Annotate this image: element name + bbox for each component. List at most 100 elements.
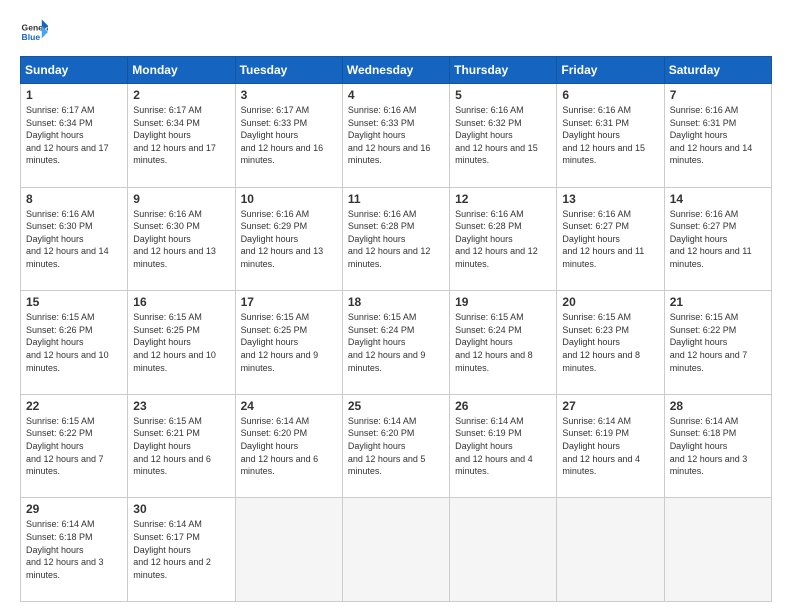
- day-number: 8: [26, 192, 122, 206]
- calendar-table: SundayMondayTuesdayWednesdayThursdayFrid…: [20, 56, 772, 602]
- day-number: 14: [670, 192, 766, 206]
- day-number: 9: [133, 192, 229, 206]
- day-info: Sunrise: 6:15 AMSunset: 6:24 PMDaylight …: [348, 311, 444, 374]
- calendar-cell: [557, 498, 664, 602]
- day-info: Sunrise: 6:16 AMSunset: 6:29 PMDaylight …: [241, 208, 337, 271]
- calendar-cell: 18 Sunrise: 6:15 AMSunset: 6:24 PMDayligh…: [342, 291, 449, 395]
- calendar-cell: 27 Sunrise: 6:14 AMSunset: 6:19 PMDayligh…: [557, 394, 664, 498]
- day-number: 10: [241, 192, 337, 206]
- calendar-week-row: 8 Sunrise: 6:16 AMSunset: 6:30 PMDaylight…: [21, 187, 772, 291]
- day-info: Sunrise: 6:15 AMSunset: 6:26 PMDaylight …: [26, 311, 122, 374]
- day-number: 30: [133, 502, 229, 516]
- calendar-cell: [664, 498, 771, 602]
- day-number: 19: [455, 295, 551, 309]
- day-info: Sunrise: 6:14 AMSunset: 6:17 PMDaylight …: [133, 518, 229, 581]
- day-info: Sunrise: 6:16 AMSunset: 6:27 PMDaylight …: [670, 208, 766, 271]
- calendar-cell: 23 Sunrise: 6:15 AMSunset: 6:21 PMDayligh…: [128, 394, 235, 498]
- day-number: 23: [133, 399, 229, 413]
- calendar-cell: 29 Sunrise: 6:14 AMSunset: 6:18 PMDayligh…: [21, 498, 128, 602]
- day-info: Sunrise: 6:14 AMSunset: 6:20 PMDaylight …: [241, 415, 337, 478]
- calendar-week-row: 22 Sunrise: 6:15 AMSunset: 6:22 PMDayligh…: [21, 394, 772, 498]
- weekday-header: Sunday: [21, 57, 128, 84]
- day-number: 6: [562, 88, 658, 102]
- day-number: 20: [562, 295, 658, 309]
- day-info: Sunrise: 6:14 AMSunset: 6:19 PMDaylight …: [455, 415, 551, 478]
- calendar-cell: [235, 498, 342, 602]
- calendar-cell: 12Sunrise: 6:16 AMSunset: 6:28 PMDayligh…: [450, 187, 557, 291]
- day-info: Sunrise: 6:15 AMSunset: 6:25 PMDaylight …: [133, 311, 229, 374]
- day-info: Sunrise: 6:16 AMSunset: 6:27 PMDaylight …: [562, 208, 658, 271]
- day-info: Sunrise: 6:16 AMSunset: 6:33 PMDaylight …: [348, 104, 444, 167]
- day-info: Sunrise: 6:14 AMSunset: 6:18 PMDaylight …: [670, 415, 766, 478]
- calendar-cell: 11Sunrise: 6:16 AMSunset: 6:28 PMDayligh…: [342, 187, 449, 291]
- day-number: 7: [670, 88, 766, 102]
- calendar-cell: 6 Sunrise: 6:16 AMSunset: 6:31 PMDaylight…: [557, 84, 664, 188]
- calendar-header-row: SundayMondayTuesdayWednesdayThursdayFrid…: [21, 57, 772, 84]
- day-number: 2: [133, 88, 229, 102]
- day-number: 24: [241, 399, 337, 413]
- calendar-cell: 17Sunrise: 6:15 AMSunset: 6:25 PMDayligh…: [235, 291, 342, 395]
- weekday-header: Saturday: [664, 57, 771, 84]
- weekday-header: Tuesday: [235, 57, 342, 84]
- day-info: Sunrise: 6:15 AMSunset: 6:24 PMDaylight …: [455, 311, 551, 374]
- calendar-cell: [450, 498, 557, 602]
- weekday-header: Friday: [557, 57, 664, 84]
- day-info: Sunrise: 6:14 AMSunset: 6:18 PMDaylight …: [26, 518, 122, 581]
- day-info: Sunrise: 6:16 AMSunset: 6:31 PMDaylight …: [670, 104, 766, 167]
- calendar-cell: 24 Sunrise: 6:14 AMSunset: 6:20 PMDayligh…: [235, 394, 342, 498]
- day-number: 17: [241, 295, 337, 309]
- day-info: Sunrise: 6:15 AMSunset: 6:23 PMDaylight …: [562, 311, 658, 374]
- calendar-week-row: 1 Sunrise: 6:17 AMSunset: 6:34 PMDaylight…: [21, 84, 772, 188]
- calendar-cell: 2Sunrise: 6:17 AMSunset: 6:34 PMDaylight…: [128, 84, 235, 188]
- day-number: 15: [26, 295, 122, 309]
- calendar-week-row: 15 Sunrise: 6:15 AMSunset: 6:26 PMDayligh…: [21, 291, 772, 395]
- day-info: Sunrise: 6:17 AMSunset: 6:34 PMDaylight …: [26, 104, 122, 167]
- calendar-cell: 22 Sunrise: 6:15 AMSunset: 6:22 PMDayligh…: [21, 394, 128, 498]
- day-info: Sunrise: 6:14 AMSunset: 6:19 PMDaylight …: [562, 415, 658, 478]
- day-info: Sunrise: 6:17 AMSunset: 6:33 PMDaylight …: [241, 104, 337, 167]
- day-number: 5: [455, 88, 551, 102]
- day-info: Sunrise: 6:15 AMSunset: 6:21 PMDaylight …: [133, 415, 229, 478]
- page: General Blue SundayMondayTuesdayWednesda…: [0, 0, 792, 612]
- calendar-cell: 25Sunrise: 6:14 AMSunset: 6:20 PMDayligh…: [342, 394, 449, 498]
- calendar-cell: 5 Sunrise: 6:16 AMSunset: 6:32 PMDaylight…: [450, 84, 557, 188]
- calendar-cell: 7 Sunrise: 6:16 AMSunset: 6:31 PMDaylight…: [664, 84, 771, 188]
- calendar-cell: 3 Sunrise: 6:17 AMSunset: 6:33 PMDaylight…: [235, 84, 342, 188]
- day-number: 16: [133, 295, 229, 309]
- day-number: 1: [26, 88, 122, 102]
- header: General Blue: [20, 18, 772, 46]
- calendar-cell: 19 Sunrise: 6:15 AMSunset: 6:24 PMDayligh…: [450, 291, 557, 395]
- day-number: 12: [455, 192, 551, 206]
- day-number: 21: [670, 295, 766, 309]
- day-number: 28: [670, 399, 766, 413]
- calendar-cell: 15 Sunrise: 6:15 AMSunset: 6:26 PMDayligh…: [21, 291, 128, 395]
- day-info: Sunrise: 6:15 AMSunset: 6:22 PMDaylight …: [26, 415, 122, 478]
- calendar-cell: 26 Sunrise: 6:14 AMSunset: 6:19 PMDayligh…: [450, 394, 557, 498]
- day-info: Sunrise: 6:16 AMSunset: 6:30 PMDaylight …: [133, 208, 229, 271]
- calendar-cell: 8 Sunrise: 6:16 AMSunset: 6:30 PMDaylight…: [21, 187, 128, 291]
- calendar-cell: 30 Sunrise: 6:14 AMSunset: 6:17 PMDayligh…: [128, 498, 235, 602]
- day-number: 29: [26, 502, 122, 516]
- calendar-cell: 14 Sunrise: 6:16 AMSunset: 6:27 PMDayligh…: [664, 187, 771, 291]
- day-number: 11: [348, 192, 444, 206]
- day-number: 22: [26, 399, 122, 413]
- logo-icon: General Blue: [20, 18, 48, 46]
- calendar-cell: 9 Sunrise: 6:16 AMSunset: 6:30 PMDaylight…: [128, 187, 235, 291]
- svg-text:Blue: Blue: [22, 32, 41, 42]
- day-info: Sunrise: 6:16 AMSunset: 6:32 PMDaylight …: [455, 104, 551, 167]
- weekday-header: Thursday: [450, 57, 557, 84]
- calendar-cell: 20 Sunrise: 6:15 AMSunset: 6:23 PMDayligh…: [557, 291, 664, 395]
- day-number: 13: [562, 192, 658, 206]
- calendar-cell: 1 Sunrise: 6:17 AMSunset: 6:34 PMDaylight…: [21, 84, 128, 188]
- day-info: Sunrise: 6:16 AMSunset: 6:30 PMDaylight …: [26, 208, 122, 271]
- day-number: 3: [241, 88, 337, 102]
- day-info: Sunrise: 6:14 AMSunset: 6:20 PMDaylight …: [348, 415, 444, 478]
- logo: General Blue: [20, 18, 48, 46]
- day-number: 27: [562, 399, 658, 413]
- day-number: 18: [348, 295, 444, 309]
- day-number: 26: [455, 399, 551, 413]
- weekday-header: Wednesday: [342, 57, 449, 84]
- day-number: 4: [348, 88, 444, 102]
- calendar-cell: 13 Sunrise: 6:16 AMSunset: 6:27 PMDayligh…: [557, 187, 664, 291]
- day-info: Sunrise: 6:16 AMSunset: 6:31 PMDaylight …: [562, 104, 658, 167]
